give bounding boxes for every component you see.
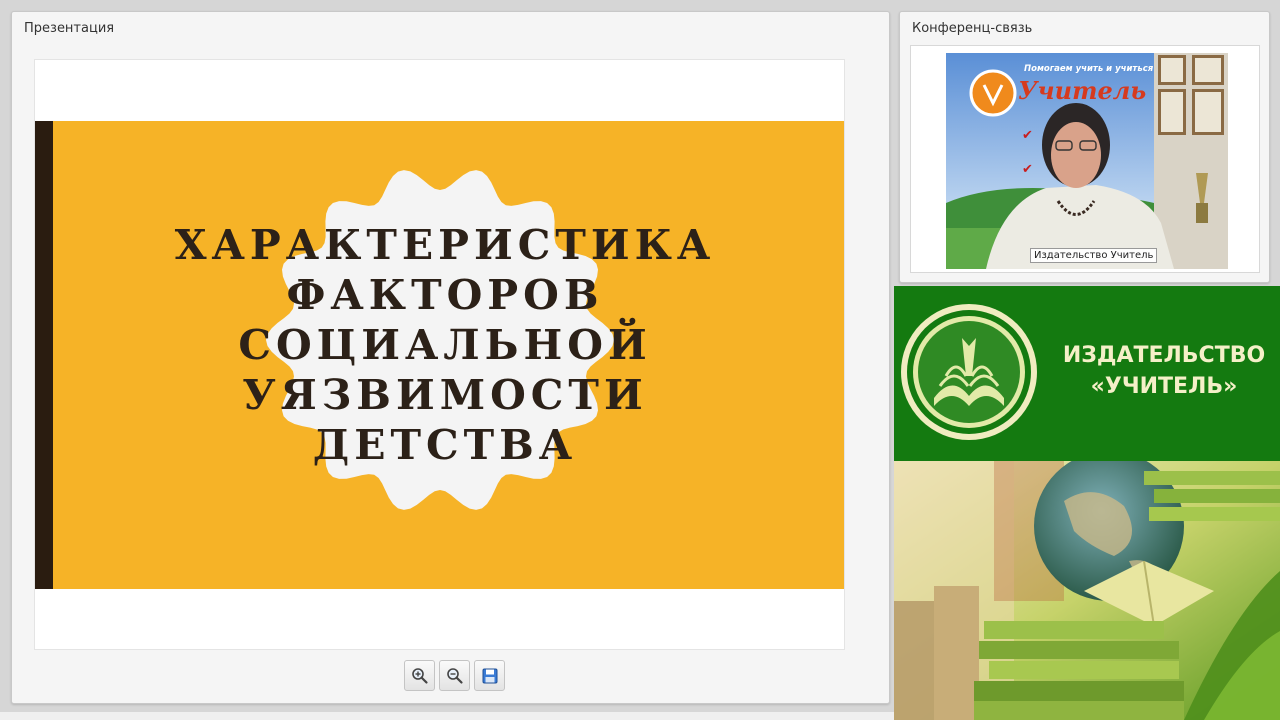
banner-image — [894, 451, 1280, 720]
svg-text:✔: ✔ — [1022, 128, 1033, 143]
participant-label: Издательство Учитель — [1030, 248, 1158, 263]
presentation-slide: ХАРАКТЕРИСТИКА ФАКТОРОВ СОЦИАЛЬНОЙ УЯЗВИ… — [34, 59, 845, 650]
zoom-out-button[interactable] — [439, 660, 470, 691]
zoom-in-button[interactable] — [404, 660, 435, 691]
publisher-name-line: ИЗДАТЕЛЬСТВО — [1062, 343, 1266, 368]
save-button[interactable] — [474, 660, 505, 691]
svg-text:✔: ✔ — [1022, 162, 1033, 177]
slide-title-line: ДЕТСТВА — [312, 421, 578, 469]
slide-title: ХАРАКТЕРИСТИКА ФАКТОРОВ СОЦИАЛЬНОЙ УЯЗВИ… — [35, 220, 844, 470]
zoom-out-icon — [446, 667, 463, 684]
banner-green-area: ИЗДАТЕЛЬСТВО «УЧИТЕЛЬ» — [894, 286, 1280, 461]
bottom-status-strip — [0, 712, 894, 720]
publisher-logo-icon — [901, 304, 1037, 440]
presentation-panel: Презентация ХАРАКТЕРИСТИКА ФАКТОРОВ СОЦИ… — [11, 11, 890, 704]
conference-panel-title: Конференц-связь — [912, 21, 1033, 36]
slide-title-line: СОЦИАЛЬНОЙ — [238, 321, 652, 369]
conference-panel: Конференц-связь Помогаем учить и учиться… — [899, 11, 1270, 283]
zoom-in-icon — [411, 667, 428, 684]
slide-title-line: УЯЗВИМОСТИ — [242, 371, 648, 419]
books-globe-illustration — [894, 451, 1280, 720]
video-container: Помогаем учить и учиться Учитель ✔ ✔ Изд… — [910, 45, 1260, 273]
publisher-banner: ИЗДАТЕЛЬСТВО «УЧИТЕЛЬ» — [894, 286, 1280, 720]
backdrop-slogan: Помогаем учить и учиться — [1024, 64, 1154, 74]
brand-logo-icon — [969, 69, 1017, 117]
webcam-video[interactable]: Помогаем учить и учиться Учитель ✔ ✔ Изд… — [946, 53, 1228, 269]
save-icon — [482, 668, 497, 683]
presenter-face — [1051, 122, 1101, 188]
slide-title-line: ХАРАКТЕРИСТИКА — [174, 221, 716, 269]
presentation-panel-title: Презентация — [24, 21, 115, 36]
backdrop-brand: Учитель — [1018, 76, 1146, 105]
publisher-name: ИЗДАТЕЛЬСТВО «УЧИТЕЛЬ» — [1034, 340, 1280, 402]
publisher-name-line: «УЧИТЕЛЬ» — [1090, 374, 1238, 399]
presentation-toolbar — [404, 660, 505, 691]
webcam-scene: Помогаем учить и учиться Учитель ✔ ✔ — [946, 53, 1228, 269]
slide-title-line: ФАКТОРОВ — [286, 271, 604, 319]
